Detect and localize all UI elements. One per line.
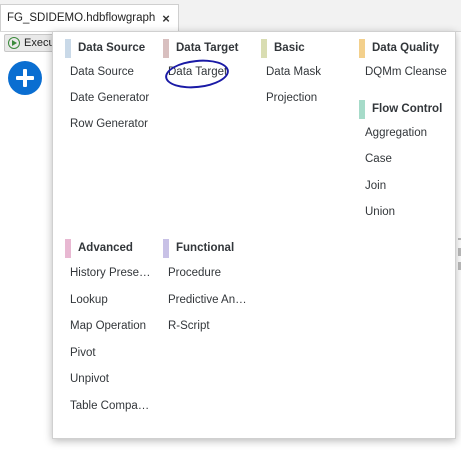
category-color-bar [65,238,71,258]
editor-tab-bar: FG_SDIDEMO.hdbflowgraph × [0,0,461,32]
palette-item-pivot[interactable]: Pivot [70,347,96,359]
tab-title: FG_SDIDEMO.hdbflowgraph [7,12,156,24]
section-title: Data Target [176,42,239,54]
node-palette: Data Source Data Source Date Generator R… [52,31,456,439]
palette-item-map-operation[interactable]: Map Operation [70,320,146,332]
section-basic: Basic [261,37,305,59]
section-title: Basic [274,42,305,54]
section-header: Functional [163,237,234,259]
section-header: Data Quality [359,37,439,59]
tab-flowgraph[interactable]: FG_SDIDEMO.hdbflowgraph × [0,4,179,31]
palette-item-dqmm-cleanse[interactable]: DQMm Cleanse [365,66,447,78]
palette-item-procedure[interactable]: Procedure [168,267,221,279]
category-color-bar [359,99,365,119]
palette-item-join[interactable]: Join [365,180,386,192]
palette-item-lookup[interactable]: Lookup [70,294,108,306]
palette-item-projection[interactable]: Projection [266,92,317,104]
execute-label: Execu [24,37,55,49]
palette-item-date-generator[interactable]: Date Generator [70,92,149,104]
palette-item-union[interactable]: Union [365,206,395,218]
section-title: Data Source [78,42,146,54]
palette-item-history-preserving[interactable]: History Prese… [70,267,151,279]
category-color-bar [65,38,71,58]
section-title: Flow Control [372,103,443,115]
section-data-source: Data Source [65,37,145,59]
section-data-quality: Data Quality [359,37,439,59]
section-title: Functional [176,242,235,254]
palette-item-unpivot[interactable]: Unpivot [70,373,109,385]
palette-item-data-target[interactable]: Data Target [168,66,227,78]
category-color-bar [359,38,365,58]
section-flow-control: Flow Control [359,98,442,120]
palette-item-row-generator[interactable]: Row Generator [70,118,148,130]
palette-item-data-mask[interactable]: Data Mask [266,66,321,78]
section-header: Advanced [65,237,133,259]
section-header: Data Target [163,37,238,59]
palette-item-r-script[interactable]: R-Script [168,320,210,332]
section-title: Data Quality [372,42,440,54]
add-node-button[interactable] [8,61,42,95]
section-header: Basic [261,37,305,59]
section-advanced: Advanced [65,237,133,259]
category-color-bar [261,38,267,58]
section-header: Data Source [65,37,145,59]
close-icon[interactable]: × [162,11,170,26]
section-data-target: Data Target [163,37,238,59]
section-header: Flow Control [359,98,442,120]
section-functional: Functional [163,237,234,259]
palette-item-data-source[interactable]: Data Source [70,66,134,78]
palette-item-predictive-analysis[interactable]: Predictive An… [168,294,247,306]
category-color-bar [163,238,169,258]
palette-item-table-comparison[interactable]: Table Compa… [70,400,149,412]
play-icon [8,37,20,49]
section-title: Advanced [78,242,133,254]
category-color-bar [163,38,169,58]
palette-item-case[interactable]: Case [365,153,392,165]
palette-item-aggregation[interactable]: Aggregation [365,127,427,139]
